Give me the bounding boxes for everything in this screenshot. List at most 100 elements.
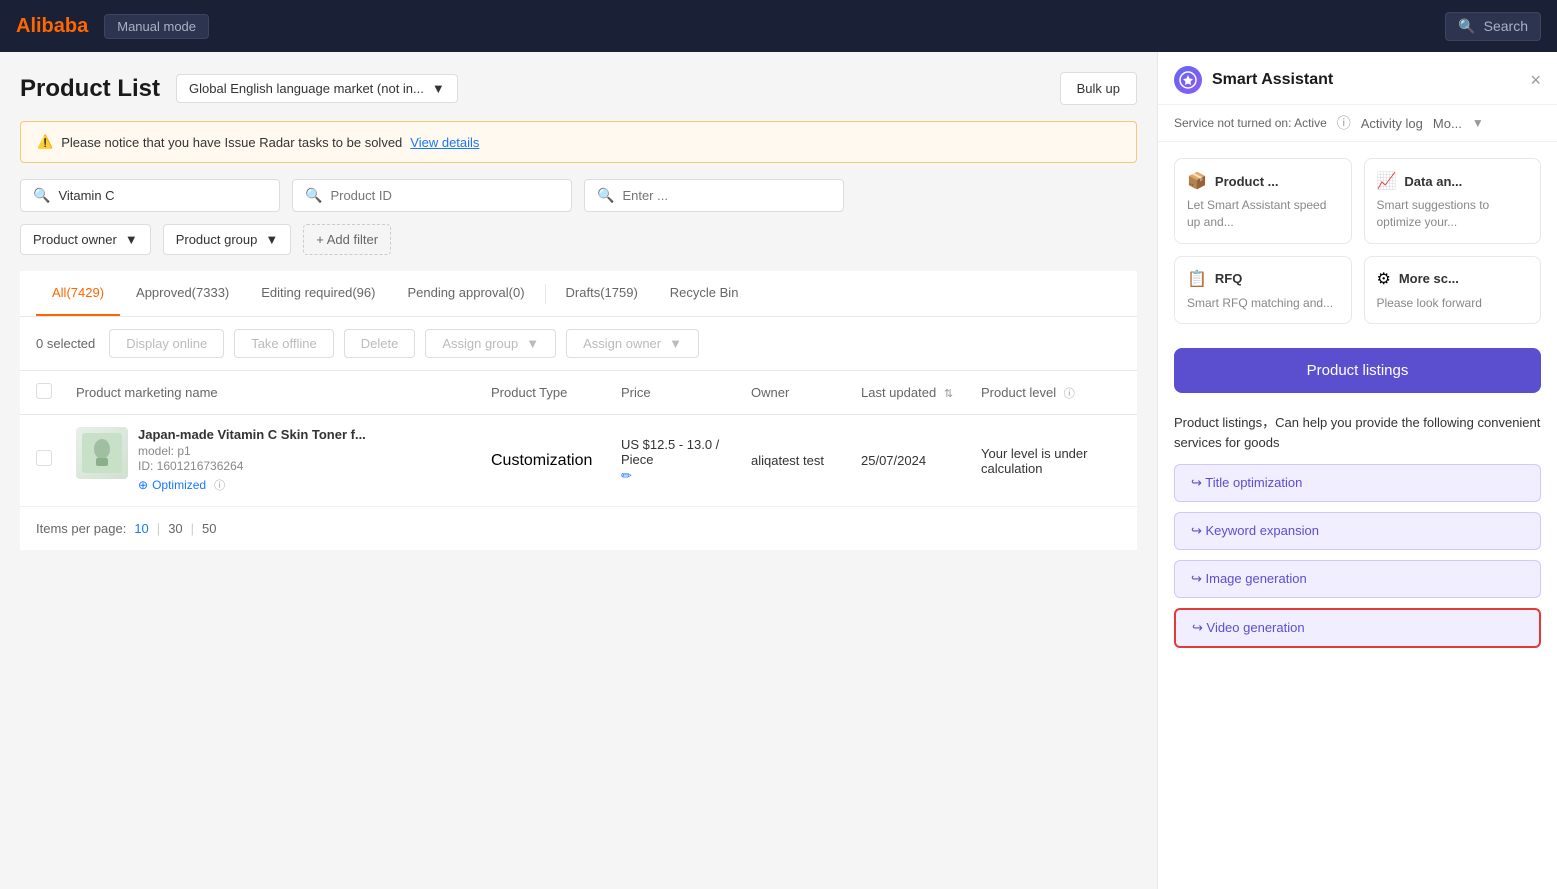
image-generation-button[interactable]: ↪ Image generation bbox=[1174, 560, 1541, 598]
edit-price-icon[interactable]: ✏ bbox=[621, 468, 632, 483]
col-header-level: Product level ⓘ bbox=[981, 385, 1121, 401]
service-card-more[interactable]: ⚙ More sc... Please look forward bbox=[1364, 256, 1542, 325]
badge-info-icon[interactable]: ⓘ bbox=[214, 477, 225, 493]
service-card-rfq[interactable]: 📋 RFQ Smart RFQ matching and... bbox=[1174, 256, 1352, 325]
service-status: Service not turned on: Active bbox=[1174, 116, 1327, 130]
sort-icon: ⇅ bbox=[944, 388, 953, 400]
product-owner: aliqatest test bbox=[751, 453, 861, 468]
search-icon: 🔍 bbox=[33, 187, 50, 204]
row-checkbox[interactable] bbox=[36, 450, 52, 466]
group-filter-label: Product group bbox=[176, 232, 258, 247]
product-model: model: p1 bbox=[138, 444, 491, 458]
filter-row: Product owner ▼ Product group ▼ + Add fi… bbox=[20, 224, 1137, 255]
optimized-badge: ⊕ Optimized ⓘ bbox=[138, 477, 225, 493]
display-online-button[interactable]: Display online bbox=[109, 329, 224, 358]
page-size-10[interactable]: 10 bbox=[134, 521, 148, 536]
col-header-price: Price bbox=[621, 385, 751, 400]
select-all-checkbox[interactable] bbox=[36, 383, 52, 399]
alert-banner: ⚠️ Please notice that you have Issue Rad… bbox=[20, 121, 1137, 163]
product-id-search[interactable]: 🔍 bbox=[292, 179, 572, 212]
info-icon[interactable]: ⓘ bbox=[1337, 113, 1351, 133]
mode-badge[interactable]: Manual mode bbox=[104, 14, 209, 39]
close-icon[interactable]: × bbox=[1530, 70, 1541, 91]
take-offline-button[interactable]: Take offline bbox=[234, 329, 334, 358]
col-header-updated: Last updated ⇅ bbox=[861, 385, 981, 400]
market-label: Global English language market (not in..… bbox=[189, 81, 424, 96]
product-name: Japan-made Vitamin C Skin Toner f... bbox=[138, 427, 491, 442]
card-title: More sc... bbox=[1399, 271, 1459, 286]
card-desc: Smart RFQ matching and... bbox=[1187, 295, 1339, 312]
service-card-data[interactable]: 📈 Data an... Smart suggestions to optimi… bbox=[1364, 158, 1542, 244]
card-icon: 📦 bbox=[1187, 171, 1207, 191]
add-filter-button[interactable]: + Add filter bbox=[303, 224, 391, 255]
card-desc: Let Smart Assistant speed up and... bbox=[1187, 197, 1339, 231]
delete-button[interactable]: Delete bbox=[344, 329, 416, 358]
product-group-filter[interactable]: Product group ▼ bbox=[163, 224, 292, 255]
third-input[interactable] bbox=[622, 188, 831, 203]
nav-search[interactable]: 🔍 Search bbox=[1445, 12, 1541, 41]
search-icon: 🔍 bbox=[305, 187, 322, 204]
view-details-link[interactable]: View details bbox=[410, 135, 479, 150]
search-input[interactable] bbox=[58, 188, 267, 203]
assign-group-dropdown[interactable]: Assign group ▼ bbox=[425, 329, 556, 358]
more-text: Mo... bbox=[1433, 116, 1462, 131]
tab-all[interactable]: All(7429) bbox=[36, 271, 120, 316]
service-card-product[interactable]: 📦 Product ... Let Smart Assistant speed … bbox=[1174, 158, 1352, 244]
card-icon: 📋 bbox=[1187, 269, 1207, 289]
assign-owner-label: Assign owner bbox=[583, 336, 661, 351]
search-row: 🔍 🔍 🔍 bbox=[20, 179, 1137, 212]
card-title: Data an... bbox=[1404, 174, 1462, 189]
chevron-down-icon: ▼ bbox=[669, 336, 682, 351]
title-optimization-button[interactable]: ↪ Title optimization bbox=[1174, 464, 1541, 502]
video-generation-button[interactable]: ↪ Video generation bbox=[1174, 608, 1541, 648]
info-icon[interactable]: ⓘ bbox=[1064, 388, 1075, 400]
alert-text: Please notice that you have Issue Radar … bbox=[61, 135, 402, 150]
product-level: Your level is under calculation bbox=[981, 446, 1121, 476]
card-icon: 📈 bbox=[1377, 171, 1397, 191]
pagination-bar: Items per page: 10 | 30 | 50 bbox=[20, 507, 1137, 550]
chevron-down-icon: ▼ bbox=[265, 232, 278, 247]
product-type: Customization bbox=[491, 452, 621, 470]
service-description: Product listings，Can help you provide th… bbox=[1158, 409, 1557, 464]
product-listings-button[interactable]: Product listings bbox=[1174, 348, 1541, 393]
assign-group-label: Assign group bbox=[442, 336, 518, 351]
warning-icon: ⚠️ bbox=[37, 134, 53, 150]
product-name-search[interactable]: 🔍 bbox=[20, 179, 280, 212]
tab-pending-approval[interactable]: Pending approval(0) bbox=[391, 271, 540, 316]
product-id: ID: 1601216736264 bbox=[138, 459, 491, 473]
col-header-type: Product Type bbox=[491, 385, 621, 400]
tab-recycle-bin[interactable]: Recycle Bin bbox=[654, 271, 755, 316]
page-header: Product List Global English language mar… bbox=[20, 72, 1137, 105]
product-thumbnail bbox=[76, 427, 128, 479]
bulk-upload-button[interactable]: Bulk up bbox=[1060, 72, 1137, 105]
card-desc: Smart suggestions to optimize your... bbox=[1377, 197, 1529, 231]
card-title: RFQ bbox=[1215, 271, 1242, 286]
panel-subheader: Service not turned on: Active ⓘ Activity… bbox=[1158, 105, 1557, 142]
keyword-expansion-button[interactable]: ↪ Keyword expansion bbox=[1174, 512, 1541, 550]
owner-filter-label: Product owner bbox=[33, 232, 117, 247]
page-size-30[interactable]: 30 bbox=[168, 521, 182, 536]
product-table: Product marketing name Product Type Pric… bbox=[20, 371, 1137, 550]
product-info: Japan-made Vitamin C Skin Toner f... mod… bbox=[138, 427, 491, 494]
items-per-page-label: Items per page: bbox=[36, 521, 126, 536]
market-selector[interactable]: Global English language market (not in..… bbox=[176, 74, 458, 103]
tabs-bar: All(7429) Approved(7333) Editing require… bbox=[20, 271, 1137, 317]
assign-owner-dropdown[interactable]: Assign owner ▼ bbox=[566, 329, 699, 358]
search-icon: 🔍 bbox=[597, 187, 614, 204]
activity-log-link[interactable]: Activity log bbox=[1361, 116, 1423, 131]
card-icon: ⚙ bbox=[1377, 269, 1391, 289]
tab-editing-required[interactable]: Editing required(96) bbox=[245, 271, 391, 316]
page-size-50[interactable]: 50 bbox=[202, 521, 216, 536]
tab-drafts[interactable]: Drafts(1759) bbox=[550, 271, 654, 316]
page-title: Product List bbox=[20, 75, 160, 103]
col-header-name: Product marketing name bbox=[76, 385, 491, 400]
third-search[interactable]: 🔍 bbox=[584, 179, 844, 212]
panel-title: Smart Assistant bbox=[1212, 71, 1520, 89]
smart-assistant-icon bbox=[1174, 66, 1202, 94]
tab-approved[interactable]: Approved(7333) bbox=[120, 271, 245, 316]
service-cards-grid: 📦 Product ... Let Smart Assistant speed … bbox=[1158, 142, 1557, 340]
main-content: Product List Global English language mar… bbox=[0, 52, 1157, 889]
product-owner-filter[interactable]: Product owner ▼ bbox=[20, 224, 151, 255]
product-id-input[interactable] bbox=[330, 188, 559, 203]
brand-logo: Alibaba bbox=[16, 15, 88, 38]
